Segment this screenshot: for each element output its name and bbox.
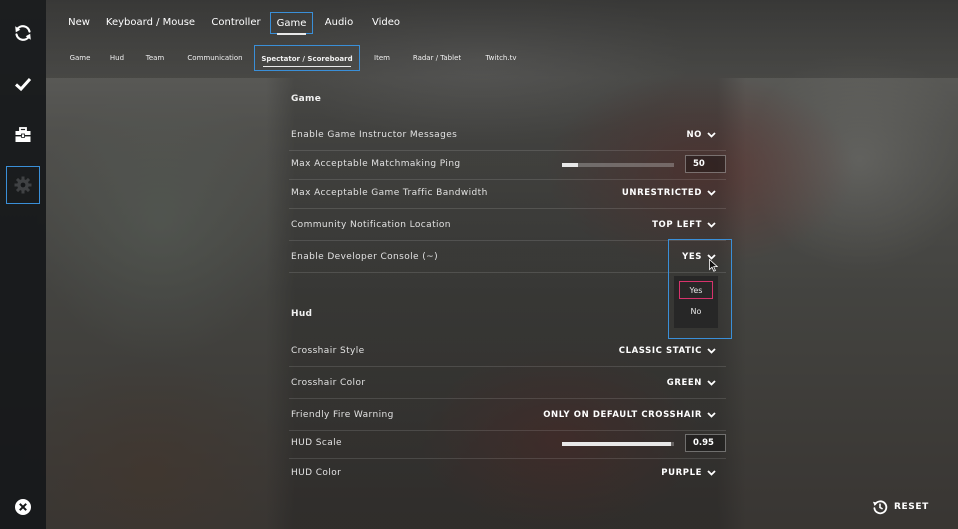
subtab-hud[interactable]: Hud (104, 45, 130, 71)
subtab-radar-tablet[interactable]: Radar / Tablet (404, 45, 470, 71)
setting-label: HUD Scale (291, 438, 342, 448)
dropdown-value[interactable]: ONLY ON DEFAULT CROSSHAIR (543, 400, 702, 430)
dropdown-value[interactable]: PURPLE (661, 458, 702, 488)
tab-video[interactable]: Video (368, 12, 404, 34)
setting-label: HUD Color (291, 468, 342, 478)
section-title-game: Game (291, 94, 322, 104)
setting-row-notification-location: Community Notification Location TOP LEFT (289, 210, 726, 241)
setting-row-crosshair-style: Crosshair Style CLASSIC STATIC (289, 336, 726, 367)
setting-row-crosshair-color: Crosshair Color GREEN (289, 368, 726, 399)
dropdown-value[interactable]: GREEN (667, 368, 702, 398)
setting-row-game-instructor: Enable Game Instructor Messages NO (289, 120, 726, 151)
sidebar-item-refresh[interactable] (6, 15, 40, 51)
checkmark-icon (14, 77, 32, 92)
reset-button[interactable]: RESET (872, 497, 932, 517)
setting-row-matchmaking-ping: Max Acceptable Matchmaking Ping 50 (289, 149, 726, 180)
history-icon (873, 500, 888, 515)
tab-audio[interactable]: Audio (321, 12, 357, 34)
setting-label: Max Acceptable Matchmaking Ping (291, 159, 461, 169)
setting-label: Enable Developer Console (~) (291, 252, 439, 262)
setting-label: Crosshair Style (291, 346, 365, 356)
hud-scale-slider[interactable] (562, 442, 674, 446)
developer-console-dropdown-list: Yes No (674, 276, 718, 328)
setting-row-hud-color: HUD Color PURPLE (289, 458, 726, 488)
subtab-communication[interactable]: Communication (180, 45, 250, 71)
close-button[interactable] (14, 498, 32, 516)
chevron-down-icon[interactable] (707, 347, 716, 355)
reset-label: RESET (894, 502, 929, 512)
sidebar-item-check[interactable] (6, 66, 40, 102)
briefcase-icon (15, 127, 31, 142)
setting-row-friendly-fire-warning: Friendly Fire Warning ONLY ON DEFAULT CR… (289, 400, 726, 431)
dropdown-option-no[interactable]: No (679, 303, 713, 321)
hud-scale-value-field[interactable]: 0.95 (685, 434, 726, 452)
setting-label: Max Acceptable Game Traffic Bandwidth (291, 188, 488, 198)
section-title-hud: Hud (291, 309, 313, 319)
chevron-down-icon[interactable] (707, 189, 716, 197)
ping-slider[interactable] (562, 163, 674, 167)
setting-label: Friendly Fire Warning (291, 410, 394, 420)
gear-icon (14, 176, 32, 194)
tab-keyboard-mouse[interactable]: Keyboard / Mouse (104, 12, 197, 34)
slider-fill (562, 442, 671, 446)
close-icon (15, 499, 31, 515)
chevron-down-icon[interactable] (707, 469, 716, 477)
chevron-down-icon[interactable] (707, 221, 716, 229)
subtab-item[interactable]: Item (368, 45, 396, 71)
sidebar-item-settings[interactable] (6, 166, 40, 204)
ping-value-field[interactable]: 50 (685, 155, 726, 173)
chevron-down-icon[interactable] (707, 131, 716, 139)
refresh-icon (15, 25, 31, 41)
dropdown-option-yes[interactable]: Yes (679, 281, 713, 299)
subtab-game[interactable]: Game (64, 45, 96, 71)
sidebar-item-inventory[interactable] (6, 117, 40, 153)
dropdown-value[interactable]: TOP LEFT (652, 210, 702, 240)
tab-new[interactable]: New (64, 12, 94, 34)
chevron-down-icon[interactable] (707, 411, 716, 419)
subtab-twitch-tv[interactable]: Twitch.tv (478, 45, 524, 71)
dropdown-value[interactable]: UNRESTRICTED (622, 178, 702, 208)
setting-label: Crosshair Color (291, 378, 366, 388)
setting-label: Community Notification Location (291, 220, 451, 230)
subtab-team[interactable]: Team (140, 45, 170, 71)
subtab-spectator-scoreboard[interactable]: Spectator / Scoreboard (254, 45, 360, 71)
dropdown-value[interactable]: NO (686, 120, 702, 150)
setting-label: Enable Game Instructor Messages (291, 130, 458, 140)
setting-row-developer-console: Enable Developer Console (~) YES (289, 242, 726, 273)
tab-game[interactable]: Game (270, 12, 313, 35)
sidebar (0, 0, 46, 529)
setting-row-traffic-bandwidth: Max Acceptable Game Traffic Bandwidth UN… (289, 178, 726, 209)
tab-controller[interactable]: Controller (207, 12, 265, 34)
chevron-down-icon[interactable] (707, 379, 716, 387)
slider-fill (562, 163, 578, 167)
mouse-cursor-icon (709, 259, 718, 272)
setting-row-hud-scale: HUD Scale 0.95 (289, 428, 726, 459)
dropdown-value[interactable]: CLASSIC STATIC (619, 336, 702, 366)
